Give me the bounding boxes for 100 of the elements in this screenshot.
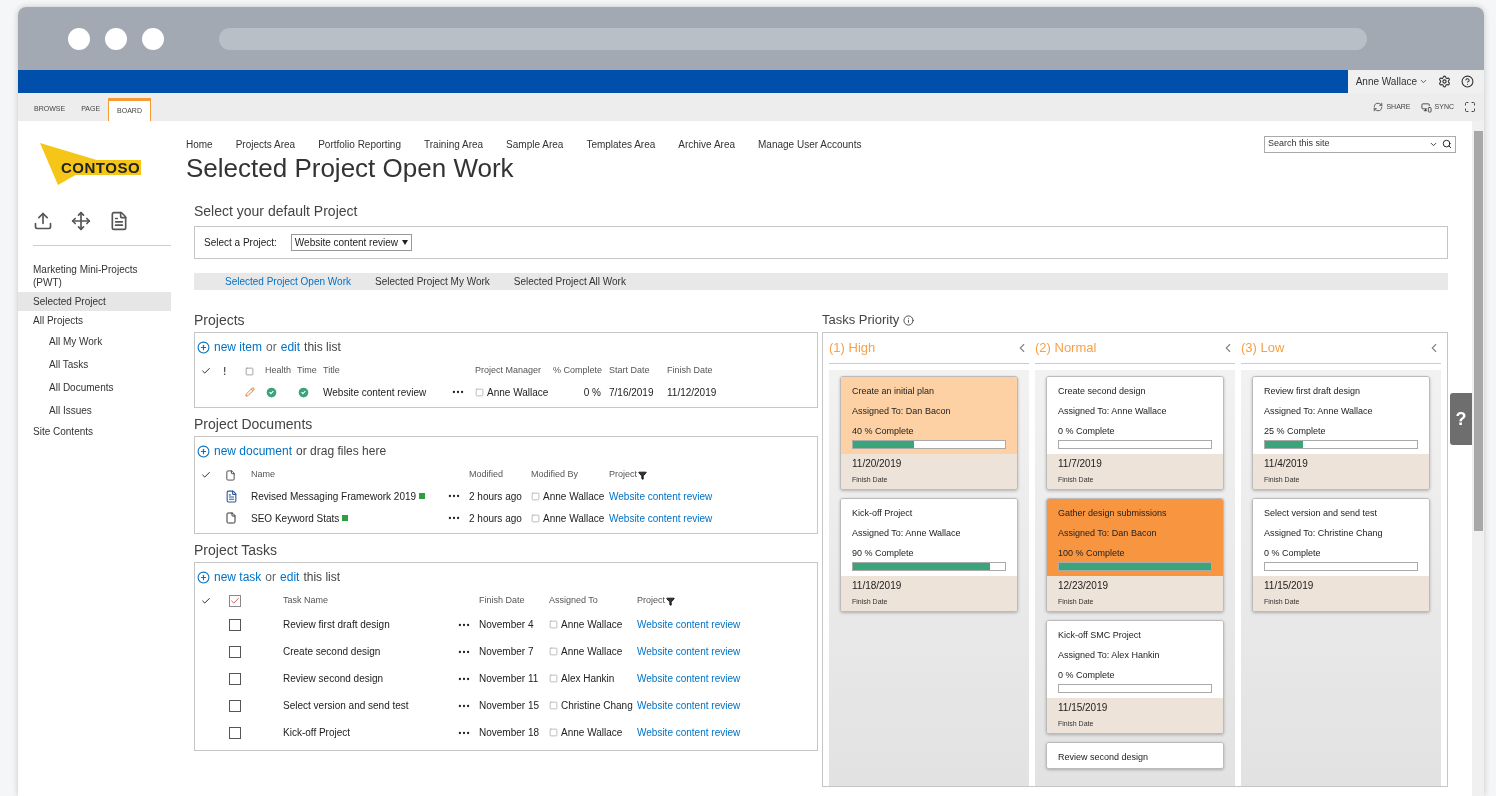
focus-icon[interactable]	[1464, 101, 1476, 113]
toolbar-text: or	[265, 569, 277, 586]
finish-date: 11/7/2019	[1058, 458, 1103, 470]
toolbar-text: this list	[304, 339, 341, 356]
search-field[interactable]: Search this site	[1268, 137, 1429, 151]
task-card[interactable]: Review second design	[1046, 742, 1224, 769]
word-document-icon	[225, 489, 238, 503]
check-icon	[201, 470, 211, 480]
column-header[interactable]: Assigned To	[549, 594, 637, 608]
task-checkbox[interactable]	[229, 645, 241, 658]
task-checkbox[interactable]	[229, 618, 241, 631]
project-link[interactable]: Website content review	[609, 488, 729, 504]
help-tab[interactable]: ?	[1450, 393, 1472, 445]
document-icon[interactable]	[109, 211, 129, 231]
search-icon[interactable]	[1442, 139, 1452, 149]
settings-icon[interactable]	[1438, 75, 1451, 88]
sidebar-item[interactable]: All Projects	[18, 311, 171, 330]
sidebar-item[interactable]: Marketing Mini-Projects (PWT)	[18, 260, 171, 292]
table-cell-text: Review first draft design	[283, 618, 391, 632]
add-icon	[197, 444, 210, 458]
new-link[interactable]: new task	[214, 568, 262, 586]
column-header[interactable]: Modified By	[531, 468, 609, 482]
section-title: Project Tasks	[194, 541, 278, 560]
view-tab[interactable]: Selected Project My Work	[375, 274, 490, 289]
column-header[interactable]: Name	[251, 468, 447, 482]
column-header[interactable]: !	[223, 363, 245, 379]
column-header[interactable]: Start Date	[609, 364, 667, 378]
card-assignee: Assigned To: Dan Bacon	[852, 406, 952, 417]
table-cell-text: SEO Keyword Stats	[251, 511, 340, 526]
sidebar-item[interactable]: Selected Project	[18, 292, 171, 311]
nav-link[interactable]: Manage User Accounts	[758, 136, 862, 152]
card-assignee: Assigned To: Alex Hankin	[1058, 650, 1161, 661]
project-link[interactable]: Website content review	[637, 644, 757, 659]
sidebar-item[interactable]: Site Contents	[18, 422, 171, 441]
nav-link[interactable]: Sample Area	[506, 136, 564, 152]
toolbar-text: or drag files here	[296, 443, 387, 460]
task-checkbox[interactable]	[229, 726, 241, 739]
card-progress-text: 25 % Complete	[1264, 426, 1327, 437]
project-link[interactable]: Website content review	[637, 725, 757, 740]
nav-link[interactable]: Training Area	[424, 136, 484, 152]
presence-icon	[549, 620, 558, 629]
column-header[interactable]: Time	[297, 364, 323, 378]
presence-icon	[549, 647, 558, 656]
table-cell-text: Anne Wallace	[543, 511, 605, 526]
card-title: Gather design submissions	[1058, 508, 1168, 519]
table-cell-text: 0 %	[582, 385, 602, 400]
column-header[interactable]: % Complete	[553, 364, 609, 378]
column-header[interactable]: Finish Date	[667, 364, 727, 378]
view-tab[interactable]: Selected Project All Work	[513, 274, 626, 289]
nav-link[interactable]: Projects Area	[235, 136, 296, 152]
card-title: Kick-off SMC Project	[1058, 630, 1142, 641]
column-title: (2) Normal	[1035, 339, 1097, 358]
sidebar-item[interactable]: All My Work	[18, 330, 171, 353]
task-checkbox[interactable]	[229, 699, 241, 712]
new-link[interactable]: new item	[214, 338, 263, 356]
table-cell-text: 2 hours ago	[469, 489, 523, 504]
card-assignee: Assigned To: Anne Wallace	[852, 528, 962, 539]
picker-heading: Select your default Project	[194, 202, 359, 221]
nav-link[interactable]: Archive Area	[678, 136, 735, 152]
column-header[interactable]: Task Name	[283, 594, 457, 608]
card-progress-text: 90 % Complete	[852, 548, 915, 559]
help-icon[interactable]	[1461, 75, 1474, 88]
nav-link[interactable]: Home	[186, 136, 213, 152]
new-link[interactable]: new document	[214, 442, 293, 460]
column-header[interactable]: Project	[637, 594, 665, 608]
card-assignee: Assigned To: Anne Wallace	[1264, 406, 1374, 417]
sidebar-item[interactable]: All Tasks	[18, 353, 171, 376]
task-checkbox[interactable]	[229, 672, 241, 685]
upload-icon[interactable]	[33, 211, 53, 231]
column-header[interactable]: Finish Date	[479, 594, 549, 608]
info-icon[interactable]	[903, 314, 915, 326]
section-title: Projects	[194, 311, 246, 330]
edit-link[interactable]: edit	[280, 338, 301, 356]
column-title: (1) High	[829, 339, 876, 358]
project-link[interactable]: Website content review	[637, 671, 757, 686]
project-link[interactable]: Website content review	[637, 617, 757, 632]
column-header[interactable]: Title	[323, 364, 451, 378]
check-icon	[201, 366, 211, 376]
checkbox-icon[interactable]	[245, 366, 254, 376]
column-header[interactable]: Health	[265, 364, 297, 378]
project-link[interactable]: Website content review	[637, 698, 757, 713]
card-progress-text: 0 % Complete	[1058, 426, 1116, 437]
nav-link[interactable]: Portfolio Reporting	[318, 136, 401, 152]
project-link[interactable]: Website content review	[609, 510, 729, 526]
move-icon[interactable]	[71, 211, 91, 231]
sidebar-item[interactable]: All Issues	[18, 399, 171, 422]
column-header[interactable]: Project	[609, 468, 637, 482]
edit-link[interactable]: edit	[280, 568, 300, 586]
filter-icon[interactable]	[638, 470, 647, 480]
search-box[interactable]: Search this site	[1264, 135, 1456, 153]
filter-icon[interactable]	[666, 596, 675, 606]
view-tab[interactable]: Selected Project Open Work	[225, 274, 351, 289]
board-title: Tasks Priority	[822, 311, 900, 330]
add-icon	[197, 570, 210, 584]
column-header[interactable]: Modified	[469, 468, 531, 482]
column-header[interactable]: Project Manager	[475, 364, 553, 378]
presence-icon	[549, 674, 558, 683]
nav-link[interactable]: Templates Area	[586, 136, 656, 152]
project-dropdown[interactable]: Website content review	[290, 234, 412, 251]
sidebar-item[interactable]: All Documents	[18, 376, 171, 399]
